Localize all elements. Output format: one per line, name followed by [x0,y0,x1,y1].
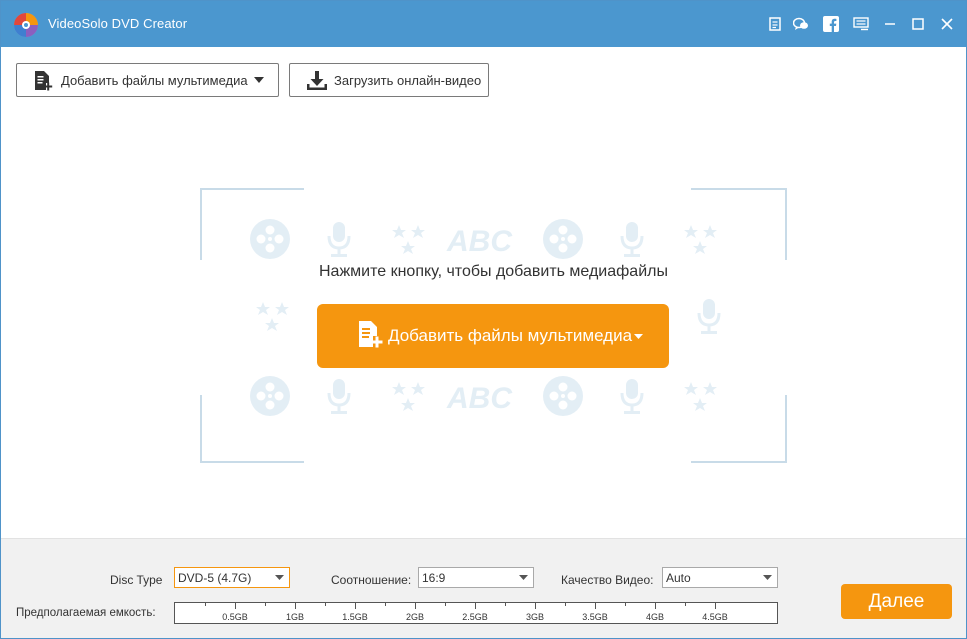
add-media-main-button[interactable]: Добавить файлы мультимедиа [317,304,669,368]
download-icon [307,71,327,90]
disc-type-select[interactable]: DVD-5 (4.7G) [174,567,290,588]
app-logo-icon [14,13,38,37]
next-button[interactable]: Далее [841,584,952,619]
drop-zone-corner [200,395,304,463]
aspect-ratio-label: Соотношение: [331,573,412,587]
aspect-ratio-value: 16:9 [422,571,446,585]
capacity-bar: 0.5GB 1GB 1.5GB 2GB 2.5GB 3GB 3.5GB 4GB 4.5GB [174,602,778,624]
capacity-tick [415,603,416,609]
capacity-minor-tick [325,603,326,606]
capacity-tick-label: 1.5GB [342,612,368,622]
capacity-tick-label: 3.5GB [582,612,608,622]
svg-text:ABC: ABC [446,382,513,415]
capacity-minor-tick [385,603,386,606]
title-bar: VideoSolo DVD Creator [1,1,966,47]
capacity-tick-label: 4.5GB [702,612,728,622]
add-file-icon [359,321,383,348]
capacity-tick [475,603,476,609]
capacity-tick [655,603,656,609]
capacity-label: Предполагаемая емкость: [16,607,156,619]
disc-type-value: DVD-5 (4.7G) [178,571,252,585]
close-icon[interactable] [937,14,957,34]
capacity-minor-tick [265,603,266,606]
add-media-main-label: Добавить файлы мультимедиа [388,326,633,345]
capacity-tick-label: 2.5GB [462,612,488,622]
drop-zone-corner [691,395,787,463]
chat-icon[interactable] [791,14,811,34]
capacity-minor-tick [505,603,506,606]
add-file-icon [35,71,53,91]
add-media-label: Добавить файлы мультимедиа [61,73,248,88]
drop-zone-corner [200,188,304,260]
capacity-tick [295,603,296,609]
capacity-minor-tick [205,603,206,606]
capacity-tick-label: 2GB [405,612,425,622]
drop-zone-corner [691,188,787,260]
video-quality-select[interactable]: Auto [662,567,778,588]
capacity-tick-label: 0.5GB [222,612,248,622]
capacity-tick [715,603,716,609]
capacity-tick-label: 3GB [525,612,545,622]
video-quality-value: Auto [666,571,691,585]
disc-type-label: Disc Type [110,573,163,587]
capacity-tick-label: 4GB [645,612,665,622]
download-online-video-button[interactable]: Загрузить онлайн-видео [289,63,489,97]
capacity-tick [535,603,536,609]
capacity-tick-label: 1GB [285,612,305,622]
facebook-icon[interactable] [821,14,841,34]
download-online-video-label: Загрузить онлайн-видео [334,73,482,88]
add-media-button[interactable]: Добавить файлы мультимедиа [16,63,279,97]
feedback-icon[interactable] [765,14,785,34]
svg-text:ABC: ABC [446,225,513,258]
chevron-down-icon [254,77,264,83]
maximize-icon[interactable] [908,14,928,34]
drop-hint-text: Нажмите кнопку, чтобы добавить медиафайл… [319,263,668,280]
capacity-tick [355,603,356,609]
capacity-minor-tick [685,603,686,606]
app-title: VideoSolo DVD Creator [48,16,188,31]
menu-icon[interactable] [851,14,871,34]
chevron-down-icon [634,334,643,339]
bottom-panel: Disc Type DVD-5 (4.7G) Соотношение: 16:9… [1,538,966,638]
capacity-tick [235,603,236,609]
chevron-down-icon [763,575,772,580]
aspect-ratio-select[interactable]: 16:9 [418,567,534,588]
capacity-minor-tick [565,603,566,606]
capacity-tick [595,603,596,609]
video-quality-label: Качество Видео: [561,573,654,587]
chevron-down-icon [519,575,528,580]
minimize-icon[interactable] [880,14,900,34]
capacity-minor-tick [625,603,626,606]
capacity-minor-tick [445,603,446,606]
chevron-down-icon [275,575,284,580]
